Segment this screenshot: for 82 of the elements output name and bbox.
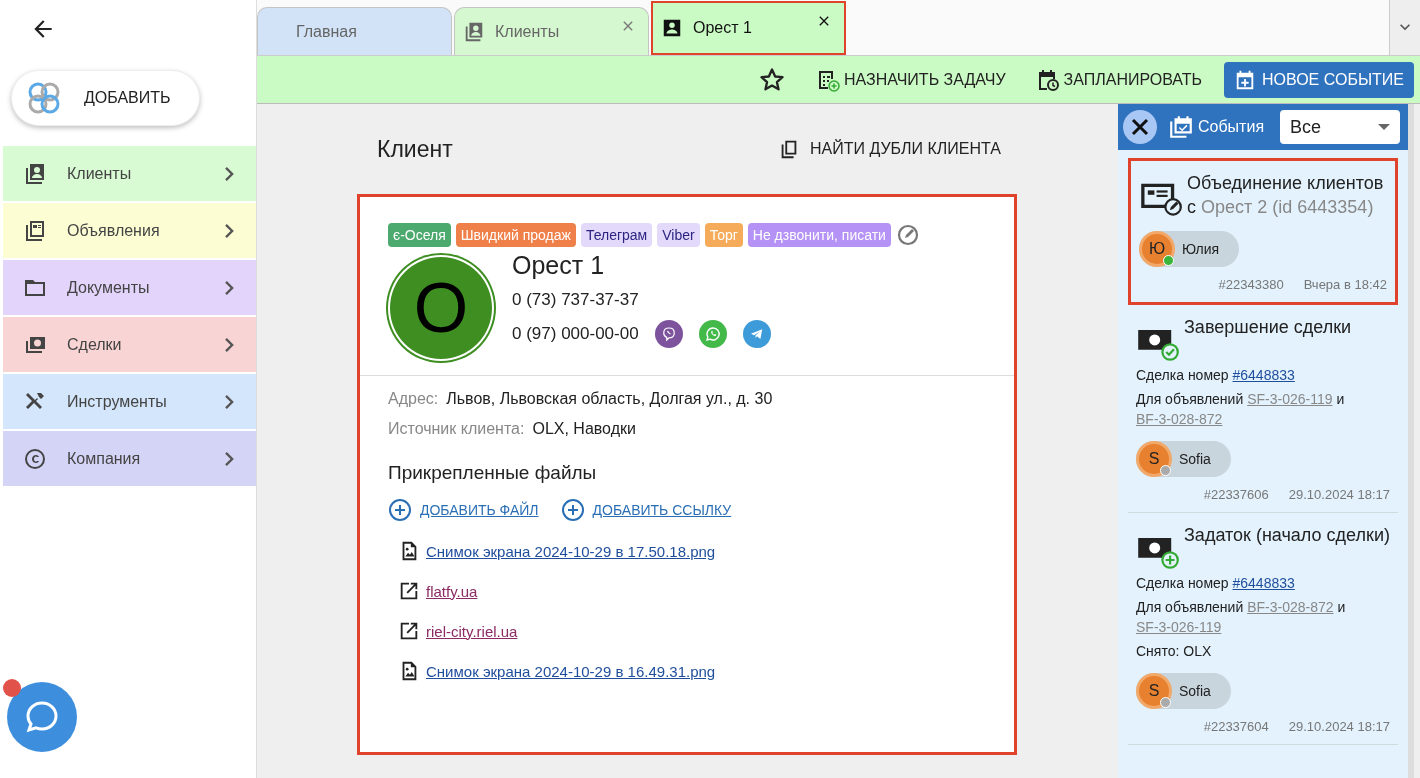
user-avatar: S — [1139, 444, 1169, 474]
deal-link[interactable]: #6448833 — [1232, 575, 1295, 591]
page-title: Клиент — [377, 135, 453, 163]
user-chip: S Sofia — [1136, 673, 1231, 709]
tag: Viber — [657, 223, 700, 247]
new-event-button[interactable]: НОВОЕ СОБЫТИЕ — [1224, 61, 1414, 98]
logo-icon — [26, 80, 62, 116]
filter-select[interactable]: Все — [1280, 110, 1400, 144]
event-time: 29.10.2024 18:17 — [1288, 719, 1390, 734]
paper-plane-icon[interactable] — [742, 320, 771, 348]
field-label: Адрес: — [388, 390, 439, 408]
add-link-link[interactable]: ДОБАВИТЬ ССЫЛКУ — [560, 498, 732, 522]
menu-item[interactable]: Клиенты — [3, 146, 256, 201]
event-detail: Для объявлений BF-3-028-872 и SF-3-026-119 — [1136, 598, 1347, 637]
phone-bubble-icon[interactable] — [654, 320, 683, 348]
web-link[interactable]: flatfy.ua — [426, 582, 478, 600]
assign-task-button[interactable]: НАЗНАЧИТЬ ЗАДАЧУ — [816, 67, 1006, 92]
event-title: Завершение сделки — [1184, 316, 1352, 339]
schedule-button[interactable]: ЗАПЛАНИРОВАТЬ — [1035, 67, 1203, 92]
add-circle-icon — [388, 498, 412, 522]
phone-chat-icon[interactable] — [698, 320, 727, 348]
edit-icon[interactable] — [895, 223, 920, 247]
phone-number: 0 (97) 000-00-00 — [512, 324, 639, 344]
external-link-icon — [398, 620, 420, 642]
star-icon[interactable] — [758, 65, 786, 94]
chevron-right-icon — [225, 394, 234, 409]
event-time: Вчера в 18:42 — [1303, 277, 1387, 292]
calendar-check-icon — [1168, 114, 1194, 140]
event-detail: Для объявлений SF-3-026-119 и BF-3-028-872 — [1136, 390, 1346, 429]
menu-item[interactable]: Сделки — [3, 317, 256, 372]
user-chip: S Sofia — [1136, 441, 1231, 477]
deal-link[interactable]: #6448833 — [1232, 367, 1295, 383]
add-file-link[interactable]: ДОБАВИТЬ ФАЙЛ — [388, 498, 539, 522]
event-title: Объединение клиентов с Орест 2 (id 6443354) — [1187, 172, 1385, 219]
chevron-right-icon — [225, 337, 234, 352]
add-circle-icon — [560, 498, 585, 522]
menu-item[interactable]: Инструменты — [3, 374, 256, 429]
tag: Телеграм — [580, 223, 653, 247]
avatar: О — [388, 255, 494, 361]
external-link-icon — [398, 580, 420, 602]
find-duplicates-button[interactable]: НАЙТИ ДУБЛИ КЛИЕНТА — [771, 137, 1007, 161]
event-time: 29.10.2024 18:17 — [1288, 487, 1390, 502]
tab[interactable]: Главная — [257, 7, 452, 55]
event-number: #22337606 — [1203, 487, 1269, 502]
tag: Торг — [704, 223, 743, 247]
card-stack-icon — [23, 218, 47, 243]
field-label: Источник клиента: — [388, 420, 525, 438]
chevron-right-icon — [225, 280, 234, 295]
tab[interactable]: Орест 1 — [651, 1, 846, 55]
file-link[interactable]: Снимок экрана 2024-10-29 в 16.49.31.png — [426, 662, 716, 680]
contacts-icon — [23, 161, 47, 186]
tag: Не дзвонити, писати — [747, 223, 891, 247]
chevron-right-icon — [225, 166, 234, 181]
user-avatar: S — [1139, 676, 1169, 706]
copyright-icon — [23, 446, 47, 471]
dropdown-caret-icon — [1378, 124, 1390, 130]
event-number: #22337604 — [1203, 719, 1269, 734]
event-title: Задаток (начало сделки) — [1184, 524, 1390, 547]
tag: Швидкий продаж — [455, 223, 576, 247]
event-detail: Сделка номер #6448833 — [1136, 366, 1296, 385]
section-title: Прикрепленные файлы — [388, 462, 598, 484]
phone-number: 0 (73) 737-37-37 — [512, 290, 639, 310]
field-value: Львов, Львовская область, Долгая ул., д. 30 — [446, 390, 773, 408]
menu-item[interactable]: Компания — [3, 431, 256, 486]
chevron-right-icon — [225, 223, 234, 238]
events-title: События — [1168, 114, 1265, 140]
client-name: Орест 1 — [512, 251, 606, 280]
event-number: #22343380 — [1218, 277, 1284, 292]
event-detail: Снято: OLX — [1136, 642, 1213, 661]
user-avatar: Ю — [1142, 234, 1172, 264]
event-detail: Сделка номер #6448833 — [1136, 574, 1296, 593]
tab[interactable]: Клиенты — [454, 7, 649, 55]
add-button[interactable]: ДОБАВИТЬ — [11, 70, 200, 126]
user-chip: Ю Юлия — [1139, 231, 1240, 267]
close-icon[interactable] — [1122, 109, 1158, 145]
chevron-right-icon — [225, 451, 234, 466]
menu-item[interactable]: Объявления — [3, 203, 256, 258]
menu-item[interactable]: Документы — [3, 260, 256, 315]
tag: є-Оселя — [388, 223, 451, 247]
web-link[interactable]: riel-city.riel.ua — [426, 622, 518, 640]
file-link[interactable]: Снимок экрана 2024-10-29 в 17.50.18.png — [426, 542, 716, 560]
field-value: OLX, Наводки — [532, 420, 636, 438]
